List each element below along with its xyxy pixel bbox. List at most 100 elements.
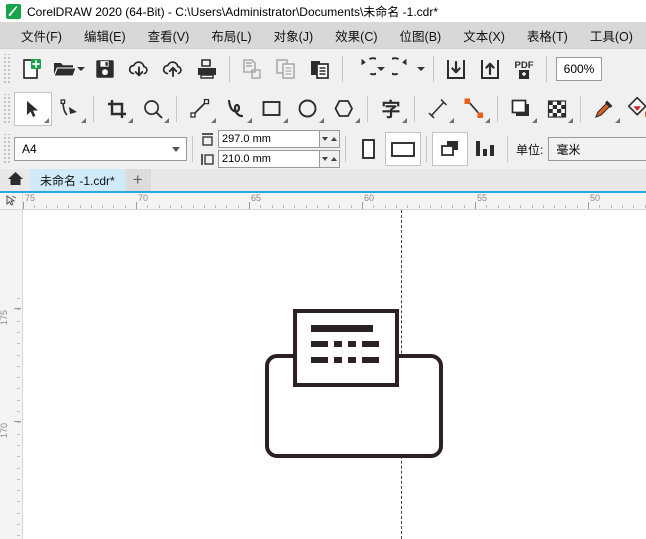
menu-view[interactable]: 查看(V) [137, 23, 201, 48]
menu-file[interactable]: 文件(F) [10, 23, 73, 48]
copy-button[interactable] [269, 53, 303, 85]
distribute-button[interactable] [468, 133, 502, 165]
flyout-arrow-icon[interactable] [128, 118, 133, 123]
flyout-arrow-icon[interactable] [44, 118, 49, 123]
page-height-input[interactable]: 210.0 mm [218, 150, 320, 168]
spinner-up-icon[interactable] [331, 137, 338, 141]
ruler-label: 70 [138, 193, 149, 203]
ruler-minor-tick [34, 205, 36, 208]
page-width-input[interactable]: 297.0 mm [218, 130, 320, 148]
open-dropdown-caret[interactable] [76, 67, 85, 71]
landscape-orientation-button[interactable] [385, 132, 421, 166]
units-dropdown[interactable]: 毫米 [548, 137, 646, 161]
flyout-arrow-icon[interactable] [532, 118, 537, 123]
ruler-tick [475, 202, 476, 209]
home-tab[interactable] [0, 169, 30, 191]
open-document-button[interactable] [48, 53, 88, 85]
menu-bitmap[interactable]: 位图(B) [389, 23, 453, 48]
portrait-orientation-button[interactable] [351, 133, 385, 165]
freehand-tool[interactable] [182, 93, 218, 125]
print-button[interactable] [190, 53, 224, 85]
document-tab[interactable]: 未命名 -1.cdr* [30, 169, 125, 191]
horizontal-ruler[interactable]: 75 70 65 60 55 50 [0, 193, 646, 210]
rectangle-tool[interactable] [254, 93, 290, 125]
flyout-arrow-icon[interactable] [355, 118, 360, 123]
export-button[interactable] [473, 53, 507, 85]
menu-table[interactable]: 表格(T) [516, 23, 579, 48]
transparency-tool[interactable] [539, 93, 575, 125]
undo-button[interactable] [348, 53, 388, 85]
ruler-minor-tick [17, 524, 20, 525]
undo-dropdown-caret[interactable] [376, 67, 385, 71]
ruler-minor-tick [17, 490, 20, 492]
spinner-up-icon[interactable] [331, 157, 338, 161]
save-button[interactable] [88, 53, 122, 85]
pdf-export-button[interactable]: PDF [507, 53, 541, 85]
ruler-minor-tick [181, 205, 183, 208]
flyout-arrow-icon[interactable] [81, 118, 86, 123]
property-bar-grip[interactable] [2, 134, 11, 164]
flyout-arrow-icon[interactable] [568, 118, 573, 123]
new-document-button[interactable] [14, 53, 48, 85]
cloud-upload-button[interactable] [156, 53, 190, 85]
flyout-arrow-icon[interactable] [449, 118, 454, 123]
drop-shadow-tool[interactable] [503, 93, 539, 125]
page-layout-button[interactable] [432, 132, 468, 166]
page-size-value: A4 [22, 142, 37, 156]
color-eyedropper-tool[interactable] [586, 93, 622, 125]
cut-button[interactable] [235, 53, 269, 85]
crop-tool[interactable] [99, 93, 135, 125]
ruler-tick [23, 202, 24, 209]
property-separator [426, 136, 427, 162]
toolbar-grip[interactable] [2, 54, 11, 84]
menu-tools[interactable]: 工具(O) [579, 23, 644, 48]
printer-paper-shape[interactable] [293, 309, 399, 387]
drawing-canvas[interactable] [23, 210, 646, 539]
page-height-spinner[interactable] [320, 150, 340, 168]
redo-dropdown-caret[interactable] [416, 67, 425, 71]
spinner-down-icon[interactable] [321, 157, 328, 161]
zoom-level-input[interactable]: 600% [556, 57, 602, 81]
ruler-origin-corner[interactable] [0, 193, 23, 209]
fill-tool[interactable] [622, 93, 646, 125]
flyout-arrow-icon[interactable] [615, 118, 620, 123]
artistic-media-tool[interactable] [218, 93, 254, 125]
flyout-arrow-icon[interactable] [283, 118, 288, 123]
import-button[interactable] [439, 53, 473, 85]
flyout-arrow-icon[interactable] [402, 118, 407, 123]
spinner-down-icon[interactable] [321, 137, 328, 141]
paper-dash [311, 357, 328, 363]
flyout-arrow-icon[interactable] [211, 118, 216, 123]
chevron-down-icon[interactable] [172, 147, 180, 152]
flyout-arrow-icon[interactable] [164, 118, 169, 123]
ruler-label: 170 [0, 423, 9, 439]
zoom-tool[interactable] [135, 93, 171, 125]
text-tool[interactable]: 字 [373, 93, 409, 125]
ellipse-tool[interactable] [290, 93, 326, 125]
menu-object[interactable]: 对象(J) [263, 23, 325, 48]
menu-layout[interactable]: 布局(L) [200, 23, 262, 48]
shape-tool[interactable] [52, 93, 88, 125]
ruler-minor-tick [565, 205, 567, 208]
page-width-spinner[interactable] [320, 130, 340, 148]
new-tab-button[interactable]: + [124, 169, 151, 191]
menu-text[interactable]: 文本(X) [452, 23, 516, 48]
paste-button[interactable] [303, 53, 337, 85]
flyout-arrow-icon[interactable] [485, 118, 490, 123]
cloud-download-button[interactable] [122, 53, 156, 85]
menu-effects[interactable]: 效果(C) [324, 23, 388, 48]
toolbox-grip[interactable] [2, 94, 11, 124]
dimension-tool[interactable] [420, 93, 456, 125]
vertical-ruler[interactable]: 175 170 [0, 210, 23, 539]
flyout-arrow-icon[interactable] [319, 118, 324, 123]
connector-tool[interactable] [456, 93, 492, 125]
pick-tool[interactable] [14, 92, 52, 126]
redo-button[interactable] [388, 53, 428, 85]
page-size-dropdown[interactable]: A4 [14, 137, 187, 161]
ruler-minor-tick [169, 205, 171, 208]
polygon-tool[interactable] [326, 93, 362, 125]
flyout-arrow-icon[interactable] [247, 118, 252, 123]
ruler-minor-tick [158, 205, 160, 208]
property-bar: A4 297.0 mm 210.0 mm 单位: 毫米 [0, 129, 646, 169]
menu-edit[interactable]: 编辑(E) [73, 23, 137, 48]
